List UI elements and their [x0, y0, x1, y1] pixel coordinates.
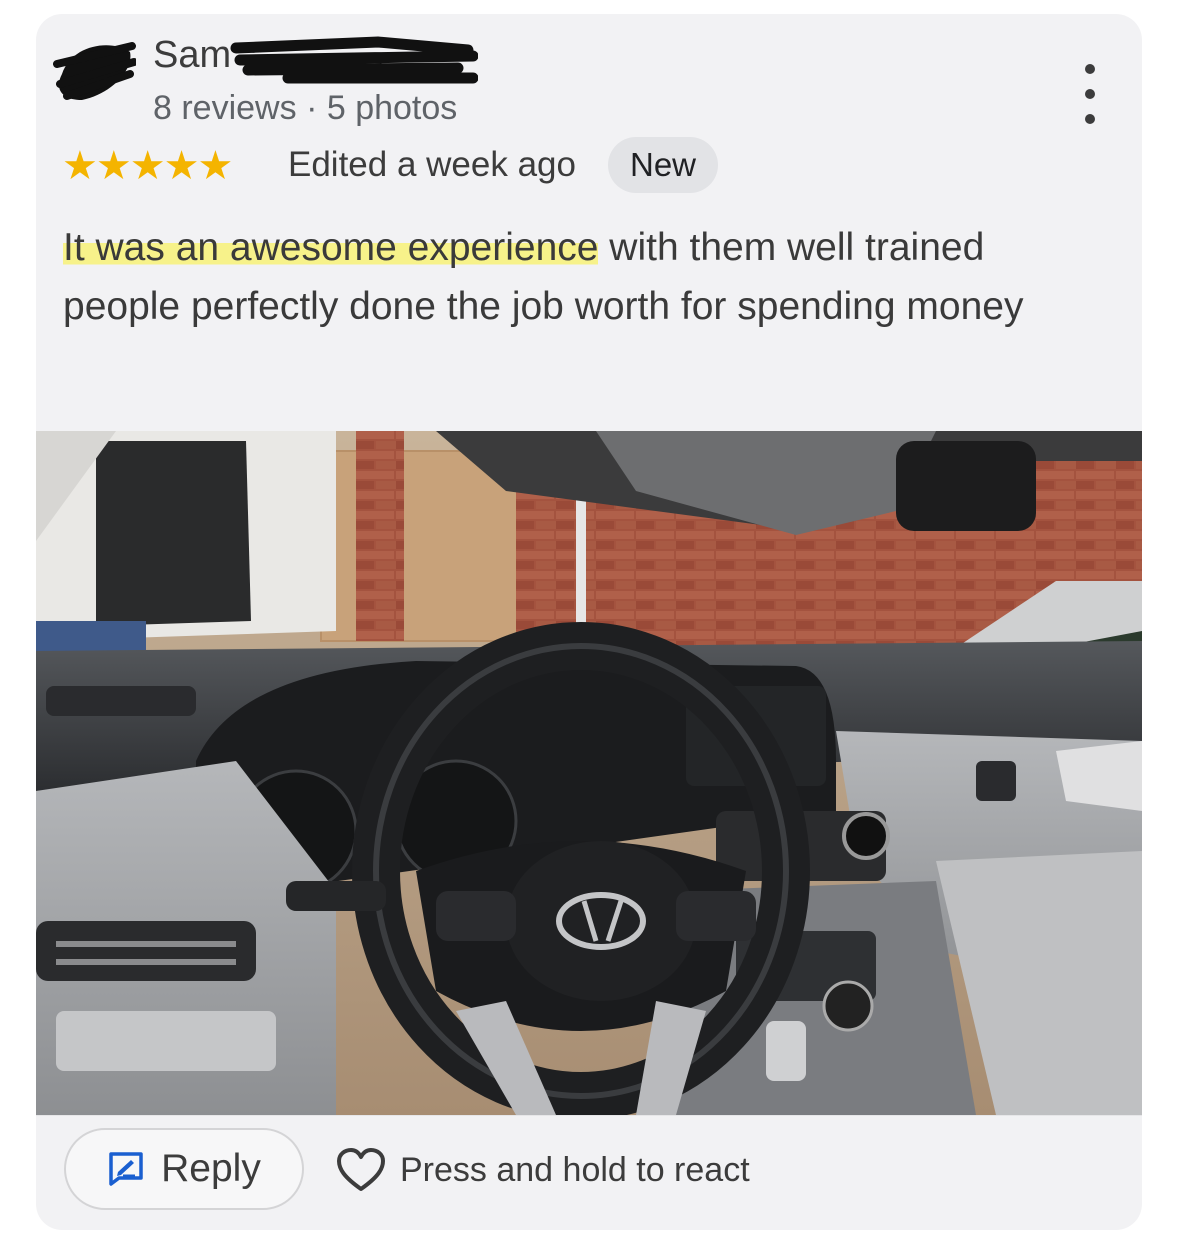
- review-count: 8 reviews: [153, 89, 297, 127]
- stats-separator: ·: [306, 89, 318, 127]
- review-highlight: It was an awesome experience: [63, 226, 599, 269]
- review-text: It was an awesome experience with them w…: [63, 218, 1103, 336]
- star-icon: ★: [163, 144, 200, 188]
- star-rating: ★ ★ ★ ★ ★: [62, 143, 234, 189]
- review-photo[interactable]: [36, 431, 1142, 1115]
- avatar-redacted[interactable]: [52, 34, 136, 104]
- edited-timestamp: Edited a week ago: [288, 145, 576, 184]
- reviewer-name[interactable]: Sam: [153, 34, 231, 77]
- react-control[interactable]: Press and hold to react: [336, 1140, 750, 1200]
- photo-count: 5 photos: [326, 89, 458, 127]
- star-icon: ★: [62, 144, 98, 188]
- surname-redaction: [230, 36, 478, 84]
- heart-outline-icon: [337, 1148, 385, 1191]
- more-vert-icon[interactable]: [1068, 64, 1112, 124]
- star-icon: ★: [197, 144, 234, 188]
- react-label: Press and hold to react: [400, 1150, 750, 1189]
- star-icon: ★: [95, 144, 132, 188]
- actions-divider: [36, 1115, 1142, 1116]
- new-badge: New: [608, 137, 718, 193]
- reviewer-stats: 8 reviews · 5 photos: [153, 89, 457, 128]
- reply-icon: [109, 1152, 143, 1186]
- reply-label: Reply: [161, 1147, 261, 1190]
- reply-button[interactable]: Reply: [64, 1128, 304, 1210]
- star-icon: ★: [129, 144, 166, 188]
